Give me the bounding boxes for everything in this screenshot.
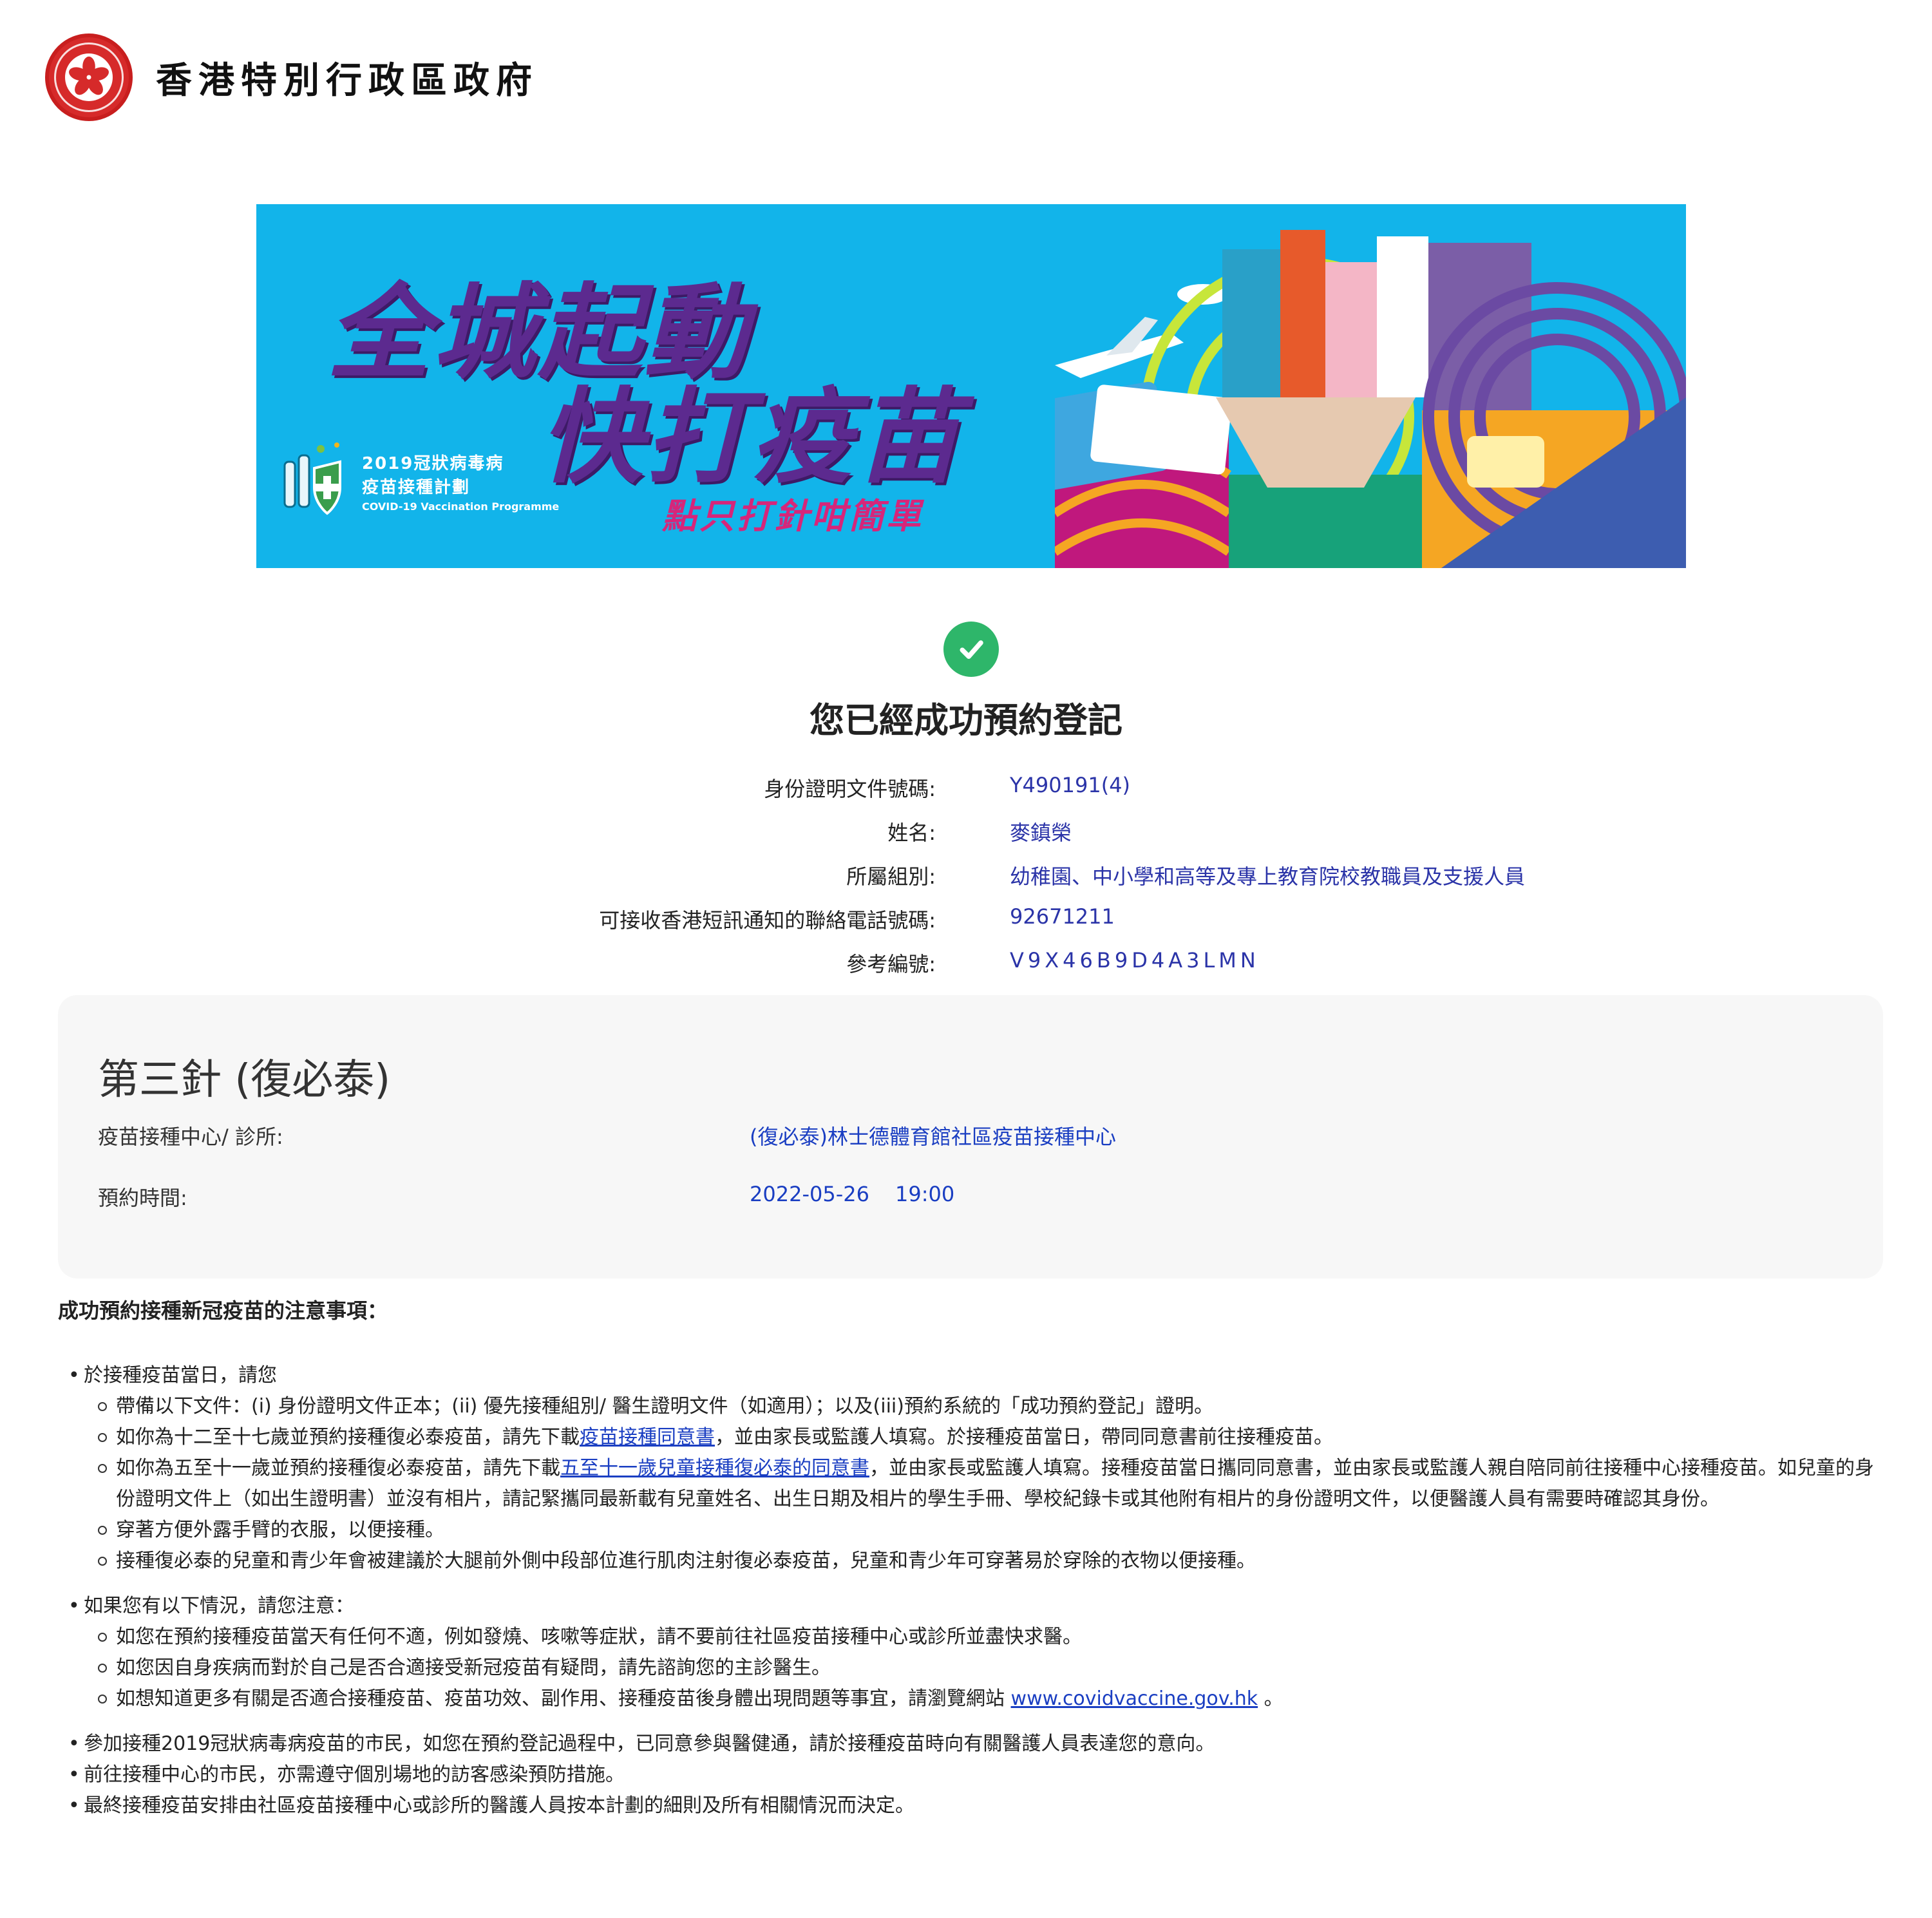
dose-title: 第三針 (復必泰) [98,1056,391,1104]
banner-subline: 點只打針咁簡單 [662,496,923,536]
note-bullet: 參加接種2019冠狀病毒病疫苗的市民，如您在預約登記過程中，已同意參與醫健通，請… [58,1729,1887,1760]
info-value: 幼稚園、中小學和高等及專上教育院校教職員及支援人員 [1010,864,1526,889]
gov-title: 香港特別行政區政府 [156,59,538,102]
notes-section: 成功預約接種新冠疫苗的注意事項： 於接種疫苗當日，請您 帶備以下文件：(i) 身… [58,1295,1887,1821]
hksar-emblem-icon [45,33,133,121]
dose-card: 第三針 (復必泰) 疫苗接種中心/ 診所: (復必泰)林士德體育館社區疫苗接種中… [58,995,1883,1278]
info-row-id-number: 身份證明文件號碼: Y490191(4) [0,773,1932,817]
note-sub-item: 接種復必泰的兒童和青少年會被建議於大腿前外側中段部位進行肌肉注射復必泰疫苗，兒童… [58,1546,1887,1577]
info-row-name: 姓名: 麥鎮榮 [0,817,1932,860]
note-sub-list: 如您在預約接種疫苗當天有任何不適，例如發燒、咳嗽等症狀，請不要前往社區疫苗接種中… [58,1622,1887,1714]
note-sub-item: 如您在預約接種疫苗當天有任何不適，例如發燒、咳嗽等症狀，請不要前往社區疫苗接種中… [58,1622,1887,1653]
note-bullet: 於接種疫苗當日，請您 [58,1360,1887,1391]
note-sub-item: 穿著方便外露手臂的衣服，以便接種。 [58,1515,1887,1546]
note-sub-item: 如你為五至十一歲並預約接種復必泰疫苗，請先下載五至十一歲兒童接種復必泰的同意書，… [58,1453,1887,1515]
info-row-phone: 可接收香港短訊通知的聯絡電話號碼: 92671211 [0,904,1932,948]
info-value: 麥鎮榮 [1010,821,1072,845]
note-text: ，並由家長或監護人填寫。於接種疫苗當日，帶同同意書前往接種疫苗。 [715,1426,1333,1448]
info-label: 身份證明文件號碼: [764,777,936,801]
note-text: 如你為十二至十七歲並預約接種復必泰疫苗，請先下載 [116,1426,580,1448]
programme-name-zh-1: 2019冠狀病毒病 [362,453,504,473]
info-label: 可接收香港短訊通知的聯絡電話號碼: [599,908,936,933]
info-label: 姓名: [887,821,936,845]
note-sub-item: 如想知道更多有關是否適合接種疫苗、疫苗功效、副作用、接種疫苗後身體出現問題等事宜… [58,1684,1887,1714]
info-row-group: 所屬組別: 幼稚園、中小學和高等及專上教育院校教職員及支援人員 [0,860,1932,904]
info-value: Y490191(4) [1010,773,1131,797]
note-text: 。 [1258,1687,1283,1710]
check-circle-icon [943,622,999,677]
gov-header: 香港特別行政區政府 [45,32,538,122]
note-text: 如想知道更多有關是否適合接種疫苗、疫苗功效、副作用、接種疫苗後身體出現問題等事宜… [116,1687,1011,1710]
success-title: 您已經成功預約登記 [810,700,1122,741]
child-consent-form-link[interactable]: 五至十一歲兒童接種復必泰的同意書 [560,1457,869,1479]
info-value: 92671211 [1010,904,1115,929]
programme-name-en: COVID-19 Vaccination Programme [362,500,560,513]
dose-time: 19:00 [895,1182,955,1206]
banner-headline-2: 快打疫苗 [540,377,963,497]
info-label: 參考編號: [846,952,936,976]
covidvaccine-website-link[interactable]: www.covidvaccine.gov.hk [1011,1687,1258,1710]
campaign-banner: 全城起動 快打疫苗 點只打針咁簡單 2019冠狀病毒病 疫苗接種計劃 COVID… [256,204,1686,568]
note-bullet: 如果您有以下情況，請您注意： [58,1591,1887,1622]
note-bullet: 最終接種疫苗安排由社區疫苗接種中心或診所的醫護人員按本計劃的細則及所有相關情況而… [58,1790,1887,1821]
vaccine-shield-icon [276,436,353,526]
dose-centre-value: (復必泰)林士德體育館社區疫苗接種中心 [750,1125,1116,1149]
dose-time-value: 2022-05-26 19:00 [750,1182,954,1206]
dose-time-label: 預約時間: [98,1186,187,1210]
note-sub-item: 如你為十二至十七歲並預約接種復必泰疫苗，請先下載疫苗接種同意書，並由家長或監護人… [58,1422,1887,1453]
consent-form-link[interactable]: 疫苗接種同意書 [580,1426,715,1448]
programme-name-zh-2: 疫苗接種計劃 [362,477,471,497]
note-sub-list: 帶備以下文件：(i) 身份證明文件正本；(ii) 優先接種組別/ 醫生證明文件（… [58,1391,1887,1577]
banner-city-illustration [1055,230,1686,568]
note-text: 如你為五至十一歲並預約接種復必泰疫苗，請先下載 [116,1457,560,1479]
dose-date: 2022-05-26 [750,1182,869,1206]
dose-centre-label: 疫苗接種中心/ 診所: [98,1125,283,1149]
note-sub-item: 帶備以下文件：(i) 身份證明文件正本；(ii) 優先接種組別/ 醫生證明文件（… [58,1391,1887,1422]
notes-title: 成功預約接種新冠疫苗的注意事項： [58,1298,388,1323]
info-row-reference: 參考編號: V9X46B9D4A3LMN [0,948,1932,992]
note-sub-item: 如您因自身疾病而對於自己是否合適接受新冠疫苗有疑問，請先諮詢您的主診醫生。 [58,1653,1887,1684]
note-bullet: 前往接種中心的市民，亦需遵守個別場地的訪客感染預防措施。 [58,1760,1887,1790]
programme-logo: 2019冠狀病毒病 疫苗接種計劃 COVID-19 Vaccination Pr… [276,436,559,526]
info-value: V9X46B9D4A3LMN [1010,948,1260,973]
info-label: 所屬組別: [846,864,936,889]
